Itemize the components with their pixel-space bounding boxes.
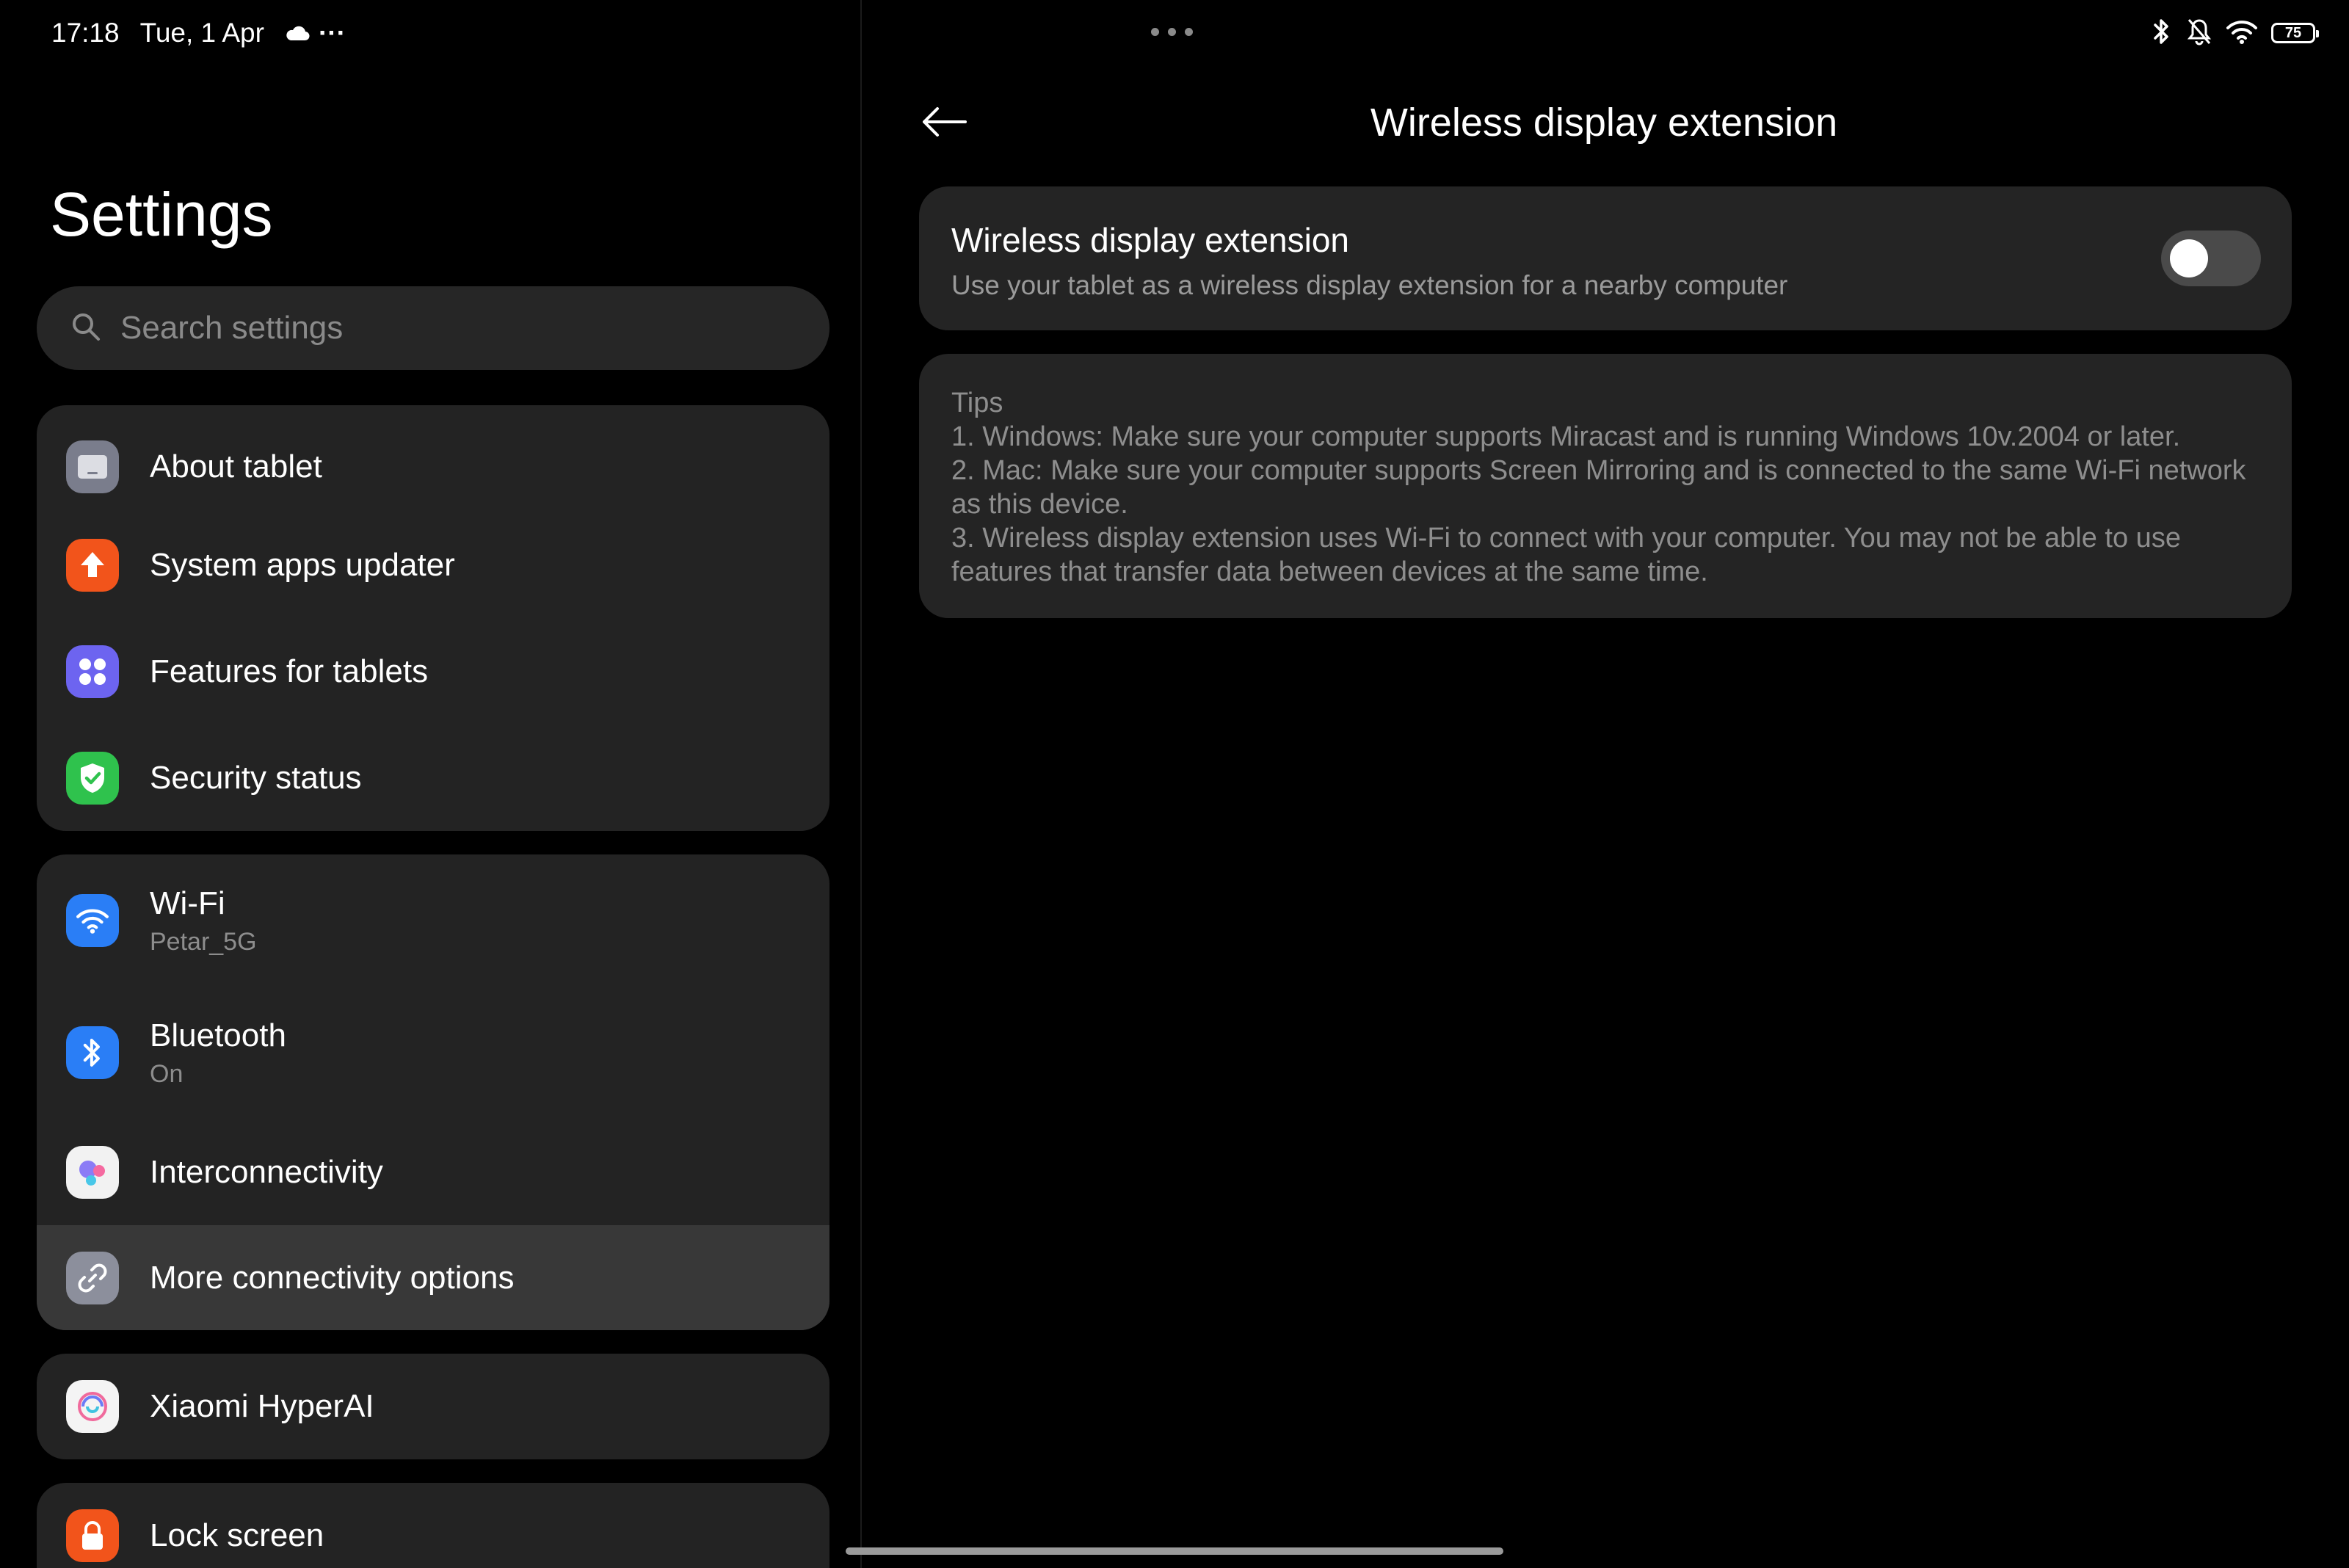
settings-group-device: About tablet System apps updater Feature… [37,405,829,831]
arrow-up-icon [66,538,119,592]
sidebar-item-wifi[interactable]: Wi-Fi Petar_5G [37,854,829,987]
mute-bell-icon [2186,17,2212,50]
sidebar-item-label: Lock screen [150,1517,324,1553]
tip-windows: 1. Windows: Make sure your computer supp… [951,421,2181,452]
sidebar-item-label: Security status [150,759,362,796]
more-notifications: ··· [318,18,346,48]
wifi-status-icon [2226,18,2258,48]
search-icon [70,311,101,346]
sidebar-item-about-tablet[interactable]: About tablet [37,405,829,512]
toggle-label: Wireless display extension [951,221,1350,259]
search-input[interactable] [119,309,783,347]
wireless-display-toggle-row[interactable]: Wireless display extension Use your tabl… [919,186,2292,330]
status-bar-right: 75 [2151,15,2319,51]
tablet-icon [66,440,119,493]
multitask-handle[interactable] [1151,28,1193,36]
tip-mac: 2. Mac: Make sure your computer supports… [951,455,2246,520]
wireless-display-switch[interactable] [2161,231,2261,286]
sidebar-item-lock-screen[interactable]: Lock screen [37,1483,829,1568]
sidebar-item-interconnectivity[interactable]: Interconnectivity [37,1119,829,1225]
sidebar-item-label: Bluetooth [150,1017,286,1053]
pane-divider [860,0,862,1568]
sidebar-item-label: Xiaomi HyperAI [150,1388,374,1424]
page-title: Wireless display extension [1370,101,1838,145]
home-indicator[interactable] [846,1547,1503,1555]
switch-knob [2170,239,2208,277]
sidebar-item-label: Wi-Fi [150,885,225,921]
clock: 17:18 [51,18,120,48]
wifi-icon [66,894,119,947]
settings-title: Settings [50,180,273,249]
hyperai-icon [66,1380,119,1433]
sidebar-item-label: Features for tablets [150,653,429,689]
toggle-description: Use your tablet as a wireless display ex… [951,270,1788,300]
sidebar-item-label: Interconnectivity [150,1153,383,1190]
settings-group-connectivity: Wi-Fi Petar_5G Bluetooth On Interconnect… [37,854,829,1330]
search-bar[interactable] [37,286,829,370]
wifi-network-name: Petar_5G [150,927,257,956]
sidebar-item-more-connectivity-options[interactable]: More connectivity options [37,1225,829,1330]
sidebar-item-label: About tablet [150,448,322,484]
interconnectivity-icon [66,1145,119,1199]
cloud-icon [285,25,310,41]
link-icon [66,1251,119,1304]
sidebar-item-xiaomi-hyperai[interactable]: Xiaomi HyperAI [37,1354,829,1459]
sidebar-item-security-status[interactable]: Security status [37,725,829,831]
status-bar-left: 17:18 Tue, 1 Apr ··· [51,16,346,50]
bluetooth-icon [66,1026,119,1079]
settings-group-ai: Xiaomi HyperAI [37,1354,829,1459]
shield-check-icon [66,751,119,805]
four-dots-icon [66,645,119,698]
tips-card: Tips 1. Windows: Make sure your computer… [919,354,2292,618]
tip-wifi: 3. Wireless display extension uses Wi-Fi… [951,523,2181,587]
bluetooth-state: On [150,1059,184,1088]
bluetooth-status-icon [2151,17,2173,50]
sidebar-item-label: System apps updater [150,546,455,583]
lock-icon [66,1509,119,1562]
tips-heading: Tips [951,388,1003,418]
sidebar-item-label: More connectivity options [150,1259,515,1296]
battery-icon: 75 [2271,23,2319,43]
sidebar-item-bluetooth[interactable]: Bluetooth On [37,987,829,1119]
sidebar-item-features-for-tablets[interactable]: Features for tablets [37,618,829,725]
date: Tue, 1 Apr [139,18,264,48]
settings-group-lock: Lock screen [37,1483,829,1568]
sidebar-item-system-apps-updater[interactable]: System apps updater [37,512,829,618]
battery-level: 75 [2284,24,2302,41]
